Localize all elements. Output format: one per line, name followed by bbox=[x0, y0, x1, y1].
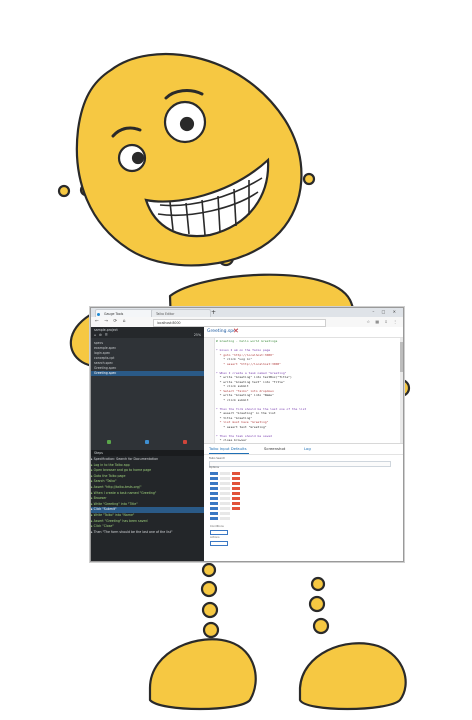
debug-icon[interactable] bbox=[145, 440, 149, 444]
condition-field[interactable] bbox=[210, 530, 228, 535]
new-tab-button[interactable]: + bbox=[211, 309, 216, 316]
option-chip bbox=[232, 477, 240, 481]
step-row[interactable]: ▸ Then "The form should be the last one … bbox=[91, 530, 204, 536]
tab-label: Gauge Tools bbox=[104, 312, 124, 316]
steps-panel: Steps ▸ Specification: Search for Docume… bbox=[91, 450, 207, 561]
action-field[interactable] bbox=[210, 541, 228, 546]
option-chip bbox=[232, 492, 240, 496]
option-chip bbox=[220, 487, 230, 491]
project-explorer-header: sample-project ⌂ ⚙ ☰ 25% bbox=[91, 327, 204, 338]
scrollbar-thumb[interactable] bbox=[400, 342, 403, 372]
tab-favicon-icon bbox=[97, 312, 100, 316]
option-chip bbox=[232, 482, 240, 486]
option-chip bbox=[232, 507, 240, 511]
section-label: Conditions bbox=[210, 525, 224, 528]
run-icon[interactable] bbox=[107, 440, 111, 444]
option-chip bbox=[210, 497, 218, 501]
tab-log[interactable]: Log bbox=[304, 446, 311, 451]
option-chip bbox=[220, 482, 230, 486]
option-chip bbox=[220, 507, 230, 511]
option-chip bbox=[210, 492, 218, 496]
results-tabs: Taiko Input Defaults Screenshot Log bbox=[204, 444, 403, 455]
option-chip bbox=[232, 472, 240, 476]
tab-input-defaults[interactable]: Taiko Input Defaults bbox=[209, 446, 247, 451]
option-chip bbox=[210, 477, 218, 481]
option-chip bbox=[210, 512, 218, 516]
browser-tab-bar: Gauge Tools Taiko Editor + – □ ✕ bbox=[91, 308, 403, 318]
spec-editor[interactable]: Greeting.spec ✕ # Greeting - hello world… bbox=[204, 327, 403, 443]
option-chip bbox=[220, 502, 230, 506]
editor-scrollbar[interactable] bbox=[400, 338, 403, 443]
tab-label: Taiko Editor bbox=[156, 312, 175, 316]
results-panel: Taiko Input Defaults Screenshot Log Taik… bbox=[204, 443, 403, 561]
option-chip bbox=[232, 487, 240, 491]
option-chip bbox=[220, 477, 230, 481]
browser-toolbar-icons[interactable]: ☆ ▦ ⇩ ⋮ bbox=[366, 319, 399, 324]
option-chip bbox=[220, 512, 230, 516]
stop-icon[interactable] bbox=[183, 440, 187, 444]
option-chip bbox=[210, 482, 218, 486]
option-chip bbox=[220, 472, 230, 476]
tab-screenshot[interactable]: Screenshot bbox=[264, 446, 285, 451]
explorer-tool-icons[interactable]: ⌂ ⚙ ☰ bbox=[94, 333, 109, 337]
window-controls[interactable]: – □ ✕ bbox=[372, 309, 399, 314]
panel-action-icons bbox=[91, 437, 204, 447]
steps-panel-title: Steps bbox=[91, 450, 207, 456]
option-chip bbox=[210, 487, 218, 491]
app-screenshot: Gauge Tools Taiko Editor + – □ ✕ ← → ⟳ ⌂… bbox=[90, 307, 404, 562]
option-chip bbox=[220, 492, 230, 496]
progress-value: 25% bbox=[193, 332, 201, 337]
option-chip bbox=[220, 517, 230, 521]
active-tab-indicator bbox=[209, 453, 249, 454]
close-icon[interactable]: ✕ bbox=[233, 327, 239, 335]
option-chip bbox=[210, 502, 218, 506]
field-label: Options bbox=[209, 466, 220, 469]
option-chip bbox=[210, 507, 218, 511]
option-chip bbox=[210, 517, 218, 521]
option-chip bbox=[232, 502, 240, 506]
editor-header: Greeting.spec ✕ bbox=[204, 327, 403, 338]
project-name: sample-project bbox=[94, 327, 118, 332]
line-number-gutter bbox=[204, 338, 215, 443]
option-chip bbox=[220, 497, 230, 501]
url-input[interactable]: localhost:8000 bbox=[153, 319, 326, 327]
section-label: Actions bbox=[210, 536, 220, 539]
option-chip bbox=[210, 472, 218, 476]
tree-item-selected[interactable]: Greeting.spec bbox=[91, 371, 207, 376]
navigation-buttons[interactable]: ← → ⟳ ⌂ bbox=[95, 319, 127, 324]
option-chip bbox=[232, 497, 240, 501]
